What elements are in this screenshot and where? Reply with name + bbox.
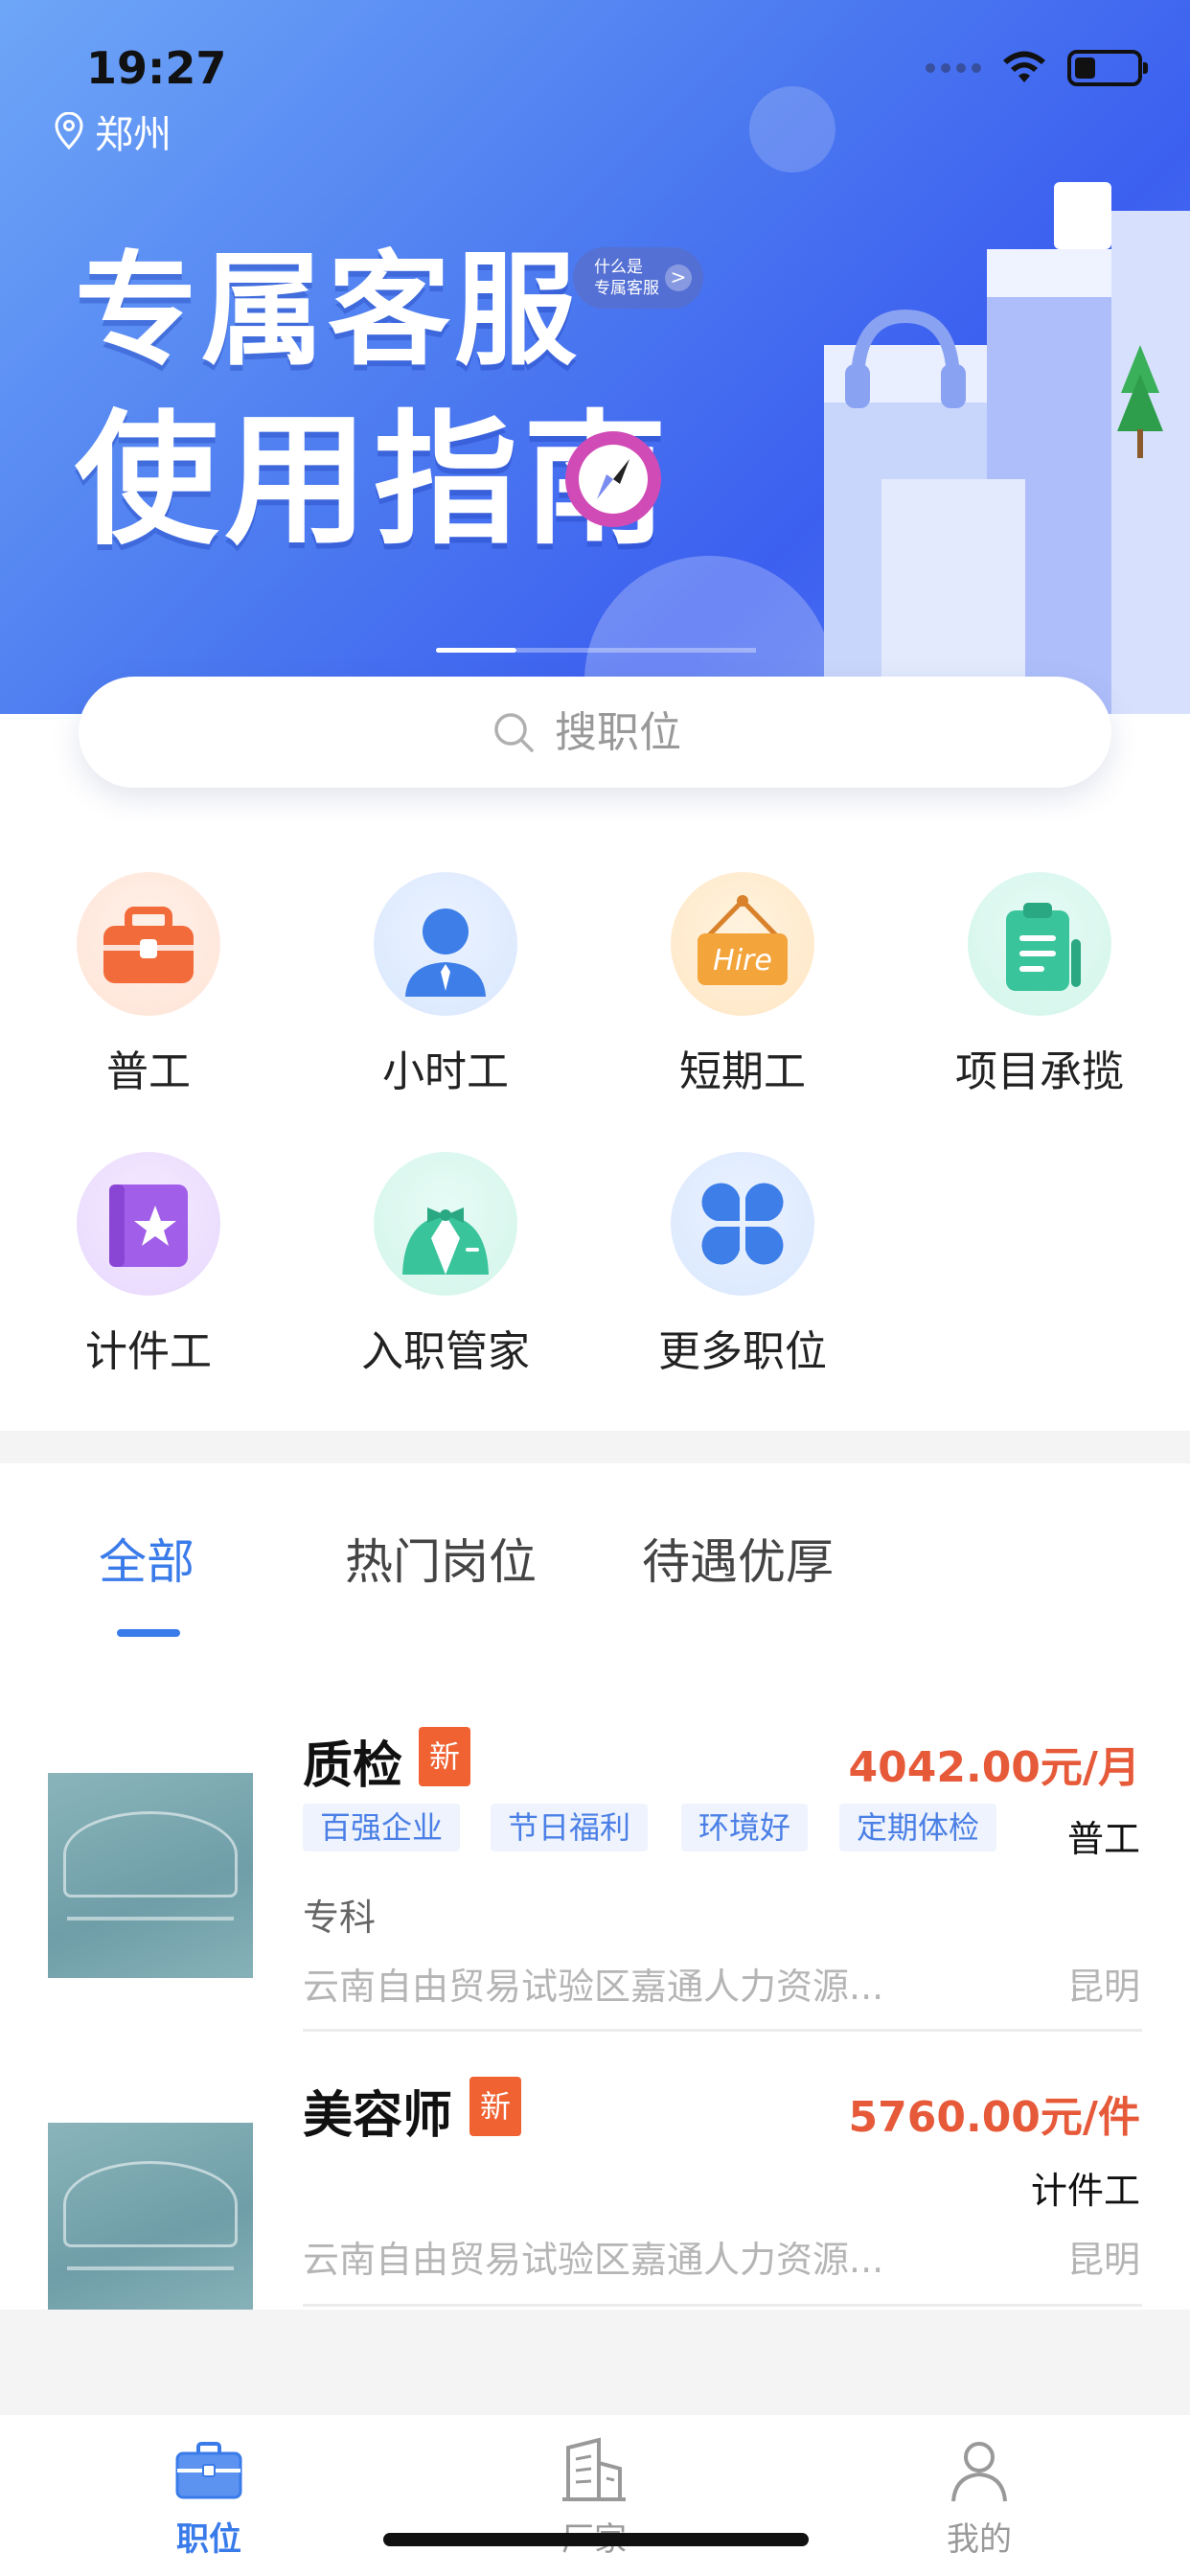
list-footer-space: [0, 2310, 1190, 2415]
category-label: 短期工: [679, 1047, 806, 1096]
job-filter-tabs: 全部 热门岗位 待遇优厚: [0, 1524, 1190, 1639]
clipboard-icon: [1006, 903, 1081, 991]
battery-icon: [1067, 50, 1148, 86]
job-type: 普工: [1066, 1818, 1140, 1860]
nav-label: 我的: [947, 2520, 1012, 2559]
job-divider: [303, 2304, 1142, 2307]
butler-icon: [402, 1208, 489, 1275]
building-icon: [562, 2437, 626, 2501]
search-input[interactable]: [555, 707, 698, 757]
category-pugong[interactable]: 普工: [5, 872, 292, 1098]
star-book-icon: [109, 1184, 188, 1267]
new-badge: 新: [469, 2077, 521, 2136]
person-icon: [405, 908, 486, 997]
banner-bubble: [749, 86, 835, 172]
job-city: 昆明: [1066, 1966, 1140, 2008]
job-city: 昆明: [1066, 2239, 1140, 2281]
banner-info-chip[interactable]: 什么是 专属客服 >: [573, 247, 703, 309]
new-badge: 新: [419, 1727, 470, 1786]
status-icons: [926, 50, 1148, 86]
category-icon-bg: [968, 872, 1111, 1016]
location-city: 郑州: [95, 113, 172, 157]
search-bar[interactable]: [79, 677, 1111, 788]
category-label: 普工: [106, 1047, 191, 1096]
job-type: 计件工: [1030, 2170, 1140, 2212]
toolbox-icon: [103, 907, 194, 983]
job-card[interactable]: 美容师 新 5760.00元/件 计件工 云南自由贸易试验区嘉通人力资源... …: [0, 2065, 1190, 2314]
nav-mine[interactable]: 我的: [883, 2434, 1075, 2560]
job-card[interactable]: 质检 新 4042.00元/月 百强企业 节日福利 环境好 定期体检 普工 专科…: [0, 1715, 1190, 2032]
banner-carousel[interactable]: 19:27 郑州 专属客服 使用指南 什么是 专属客服 >: [0, 0, 1190, 714]
carousel-track: [516, 648, 756, 653]
user-icon: [951, 2442, 1007, 2502]
signal-icon: [926, 63, 981, 73]
wifi-icon: [1003, 51, 1045, 82]
category-xiangmuchenglan[interactable]: 项目承揽: [896, 872, 1183, 1098]
category-icon-bg: [374, 872, 517, 1016]
tab-good-benefits[interactable]: 待遇优厚: [642, 1524, 834, 1593]
briefcase-icon: [175, 2442, 242, 2499]
category-icon-bg: [671, 1152, 814, 1296]
location-selector[interactable]: 郑州: [53, 104, 172, 159]
job-company: 云南自由贸易试验区嘉通人力资源...: [303, 1966, 884, 2008]
category-ruzhiguanjia[interactable]: 入职管家: [302, 1152, 589, 1378]
category-duanqigong[interactable]: Hire 短期工: [599, 872, 886, 1098]
job-title: 质检: [303, 1737, 403, 1795]
job-tag: 定期体检: [839, 1804, 997, 1852]
job-tag: 百强企业: [303, 1804, 461, 1852]
carousel-dot-active: [436, 648, 516, 653]
home-indicator[interactable]: [383, 2533, 809, 2546]
nav-jobs[interactable]: 职位: [113, 2434, 305, 2560]
tab-hot-jobs[interactable]: 热门岗位: [345, 1524, 537, 1593]
search-icon: [494, 713, 534, 752]
job-education: 专科: [303, 1897, 377, 1939]
location-pin-icon: [55, 112, 83, 150]
category-label: 项目承揽: [955, 1047, 1124, 1096]
tab-all[interactable]: 全部: [99, 1524, 195, 1593]
category-label: 小时工: [382, 1047, 509, 1096]
company-logo: [48, 2123, 253, 2310]
bottom-tab-bar: 职位 厂家 我的: [0, 2415, 1190, 2576]
job-company: 云南自由贸易试验区嘉通人力资源...: [303, 2239, 884, 2281]
category-icon-bg: [77, 1152, 220, 1296]
city-illustration: [824, 182, 1190, 714]
job-salary: 4042.00元/月: [848, 1743, 1140, 1792]
hire-sign-text: Hire: [713, 944, 772, 978]
active-tab-indicator: [117, 1629, 180, 1637]
job-tag: 节日福利: [491, 1804, 649, 1852]
category-icon-bg: [77, 872, 220, 1016]
section-divider: [0, 1431, 1190, 1463]
category-label: 入职管家: [361, 1327, 530, 1376]
banner-title-line1: 专属客服: [75, 240, 582, 382]
compass-icon: [565, 431, 661, 527]
category-label: 更多职位: [658, 1327, 827, 1376]
category-label: 计件工: [85, 1327, 212, 1376]
hire-sign-icon: Hire: [698, 895, 788, 985]
company-logo: [48, 1773, 253, 1978]
carousel-indicator: [436, 648, 756, 653]
category-jijiangong[interactable]: 计件工: [5, 1152, 292, 1378]
category-icon-bg: [374, 1152, 517, 1296]
category-xiaoshigong[interactable]: 小时工: [302, 872, 589, 1098]
job-divider: [303, 2029, 1142, 2032]
category-icon-bg: Hire: [671, 872, 814, 1016]
status-time: 19:27: [86, 42, 227, 94]
job-salary: 5760.00元/件: [848, 2093, 1140, 2142]
nav-label: 职位: [176, 2520, 241, 2559]
clover-icon: [701, 1183, 784, 1265]
chevron-right-icon: >: [665, 264, 692, 291]
category-grid: 普工 小时工 Hire 短期工 项目承揽 计件工 入职管家 更多职位: [0, 872, 1190, 1390]
category-more[interactable]: 更多职位: [599, 1152, 886, 1378]
job-title: 美容师: [303, 2087, 453, 2145]
job-tag: 环境好: [681, 1804, 809, 1852]
